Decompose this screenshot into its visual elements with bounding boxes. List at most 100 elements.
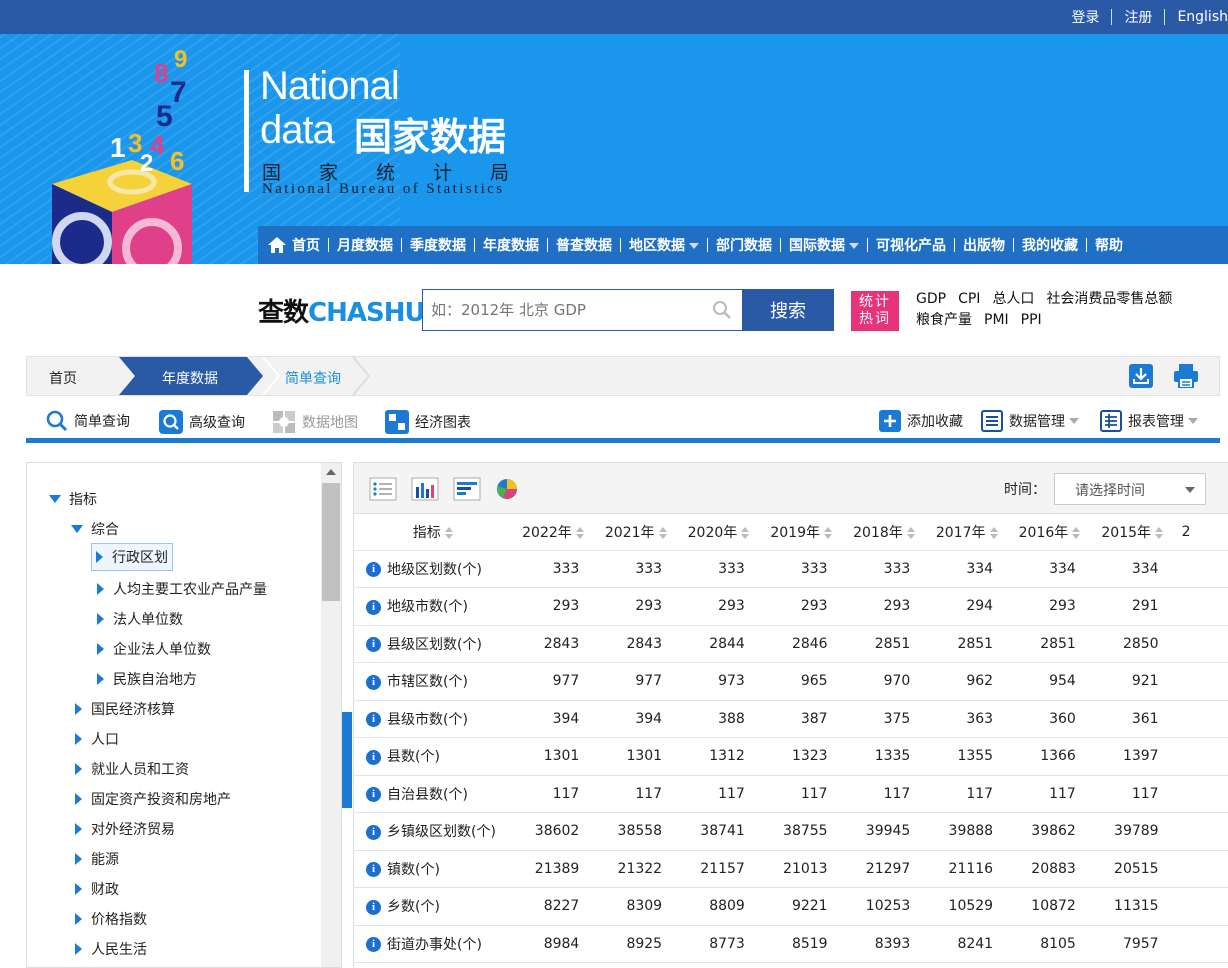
- breadcrumb-home[interactable]: 首页: [49, 368, 77, 388]
- indicator-cell[interactable]: i 乡镇级区划数(个): [354, 812, 512, 851]
- info-icon[interactable]: i: [366, 824, 381, 840]
- column-header-year[interactable]: 2015年: [1090, 514, 1174, 551]
- nav-department[interactable]: 部门数据: [708, 235, 780, 255]
- info-icon[interactable]: i: [366, 862, 381, 878]
- nav-favorites[interactable]: 我的收藏: [1014, 235, 1086, 255]
- bar-chart-view-icon[interactable]: [411, 477, 439, 501]
- nav-help[interactable]: 帮助: [1087, 235, 1131, 255]
- sort-icon: [824, 526, 833, 539]
- hot-word-link[interactable]: 社会消费品零售总额: [1046, 291, 1172, 307]
- tree-node-group[interactable]: 综合: [71, 519, 119, 539]
- nav-annual[interactable]: 年度数据: [475, 235, 547, 255]
- indicator-cell[interactable]: i 市辖区数(个): [354, 662, 512, 701]
- indicator-cell[interactable]: i 地级市数(个): [354, 587, 512, 626]
- info-icon[interactable]: i: [366, 712, 381, 728]
- tree-scrollbar[interactable]: [321, 463, 341, 967]
- info-icon[interactable]: i: [366, 937, 381, 953]
- register-link[interactable]: 注册: [1112, 7, 1164, 27]
- scroll-up-icon[interactable]: [326, 469, 336, 475]
- tree-node[interactable]: 固定资产投资和房地产: [75, 789, 231, 809]
- column-header-year[interactable]: 2018年: [842, 514, 926, 551]
- nav-international[interactable]: 国际数据: [781, 235, 867, 255]
- info-icon[interactable]: i: [366, 562, 381, 578]
- info-icon[interactable]: i: [366, 787, 381, 803]
- tree-node[interactable]: 就业人员和工资: [75, 759, 189, 779]
- search-button[interactable]: 搜索: [742, 289, 834, 331]
- hot-word-link[interactable]: 粮食产量: [916, 312, 972, 328]
- indicator-cell[interactable]: i 县级市数(个): [354, 700, 512, 738]
- column-header-year[interactable]: 2016年: [1008, 514, 1091, 551]
- simple-query-tool[interactable]: 简单查询: [46, 410, 130, 432]
- tree-node[interactable]: 国民经济核算: [75, 699, 175, 719]
- tree-node[interactable]: 对外经济贸易: [75, 819, 175, 839]
- tree-node[interactable]: 能源: [75, 849, 119, 869]
- advanced-query-tool[interactable]: 高级查询: [159, 410, 245, 434]
- hot-word-link[interactable]: PMI: [984, 312, 1009, 328]
- value-cell: 333: [677, 550, 760, 588]
- indicator-cell[interactable]: i 地级区划数(个): [354, 550, 512, 588]
- nav-monthly[interactable]: 月度数据: [329, 235, 401, 255]
- login-link[interactable]: 登录: [1059, 7, 1111, 27]
- pie-chart-view-icon[interactable]: [495, 477, 519, 501]
- indicator-cell[interactable]: i 乡数(个): [354, 887, 512, 926]
- hot-word-link[interactable]: 总人口: [992, 291, 1034, 307]
- panel-splitter[interactable]: [342, 712, 352, 808]
- tree-node-selected[interactable]: 行政区划: [91, 543, 173, 571]
- add-favorite-tool[interactable]: 添加收藏: [879, 410, 963, 432]
- tree-node[interactable]: 价格指数: [75, 909, 147, 929]
- indicator-cell[interactable]: i 自治县数(个): [354, 775, 512, 813]
- tree-node[interactable]: 民族自治地方: [97, 669, 197, 689]
- info-icon[interactable]: i: [366, 637, 381, 653]
- report-manage-tool[interactable]: 报表管理: [1100, 410, 1198, 432]
- column-header-indicator[interactable]: 指标: [354, 514, 512, 551]
- indicator-cell[interactable]: i 县级区划数(个): [354, 625, 512, 663]
- search-input[interactable]: [423, 290, 703, 330]
- econ-chart-tool[interactable]: 经济图表: [385, 410, 471, 434]
- info-icon[interactable]: i: [366, 899, 381, 915]
- tree-node[interactable]: 人均主要工农业产品产量: [97, 579, 267, 599]
- search-icon[interactable]: [712, 300, 732, 320]
- column-header-year[interactable]: 2021年: [594, 514, 678, 551]
- data-map-tool[interactable]: 数据地图: [272, 410, 358, 434]
- tree-node[interactable]: 法人单位数: [97, 609, 183, 629]
- hot-word-link[interactable]: PPI: [1021, 312, 1042, 328]
- breadcrumb-annual[interactable]: 年度数据: [162, 368, 218, 388]
- nav-regional[interactable]: 地区数据: [621, 235, 707, 255]
- column-header-year[interactable]: 2022年: [511, 514, 595, 551]
- nav-census[interactable]: 普查数据: [548, 235, 620, 255]
- indicator-cell[interactable]: i 镇数(个): [354, 850, 512, 888]
- nav-quarterly[interactable]: 季度数据: [402, 235, 474, 255]
- download-icon[interactable]: [1129, 364, 1153, 388]
- table-view-icon[interactable]: [369, 477, 397, 501]
- info-icon[interactable]: i: [366, 749, 381, 765]
- data-manage-tool[interactable]: 数据管理: [981, 410, 1079, 432]
- indicator-cell[interactable]: i 街道办事处(个): [354, 925, 512, 963]
- info-icon[interactable]: i: [366, 599, 381, 615]
- column-header-year[interactable]: 2020年: [677, 514, 760, 551]
- column-header-year[interactable]: 2: [1173, 514, 1228, 551]
- info-icon[interactable]: i: [366, 674, 381, 690]
- english-link[interactable]: English: [1165, 9, 1228, 25]
- nav-visualization[interactable]: 可视化产品: [868, 235, 954, 255]
- nav-publications[interactable]: 出版物: [955, 235, 1013, 255]
- value-cell: 20515: [1090, 850, 1174, 888]
- nav-home[interactable]: 首页: [258, 235, 328, 255]
- tree-node[interactable]: 企业法人单位数: [97, 639, 211, 659]
- tree-node[interactable]: 人口: [75, 729, 119, 749]
- indicator-cell[interactable]: i 县数(个): [354, 737, 512, 776]
- column-header-year[interactable]: 2017年: [925, 514, 1009, 551]
- value-cell: 333: [594, 550, 678, 588]
- breadcrumb-simple[interactable]: 简单查询: [285, 368, 341, 388]
- tree-node-root[interactable]: 指标: [49, 489, 97, 509]
- hot-word-link[interactable]: GDP: [916, 291, 946, 307]
- scrollbar-thumb[interactable]: [322, 483, 340, 601]
- hot-word-link[interactable]: CPI: [958, 291, 980, 307]
- column-header-year[interactable]: 2019年: [759, 514, 843, 551]
- horizontal-bar-view-icon[interactable]: [453, 477, 481, 501]
- tree-node[interactable]: 人民生活: [75, 939, 147, 959]
- print-icon[interactable]: [1173, 364, 1199, 388]
- time-select[interactable]: 请选择时间: [1054, 473, 1206, 505]
- tree-node[interactable]: 财政: [75, 879, 119, 899]
- value-cell-overflow: [1173, 850, 1228, 888]
- cube-digits: 1 3 4 2 6 5 7 8 9: [100, 44, 210, 177]
